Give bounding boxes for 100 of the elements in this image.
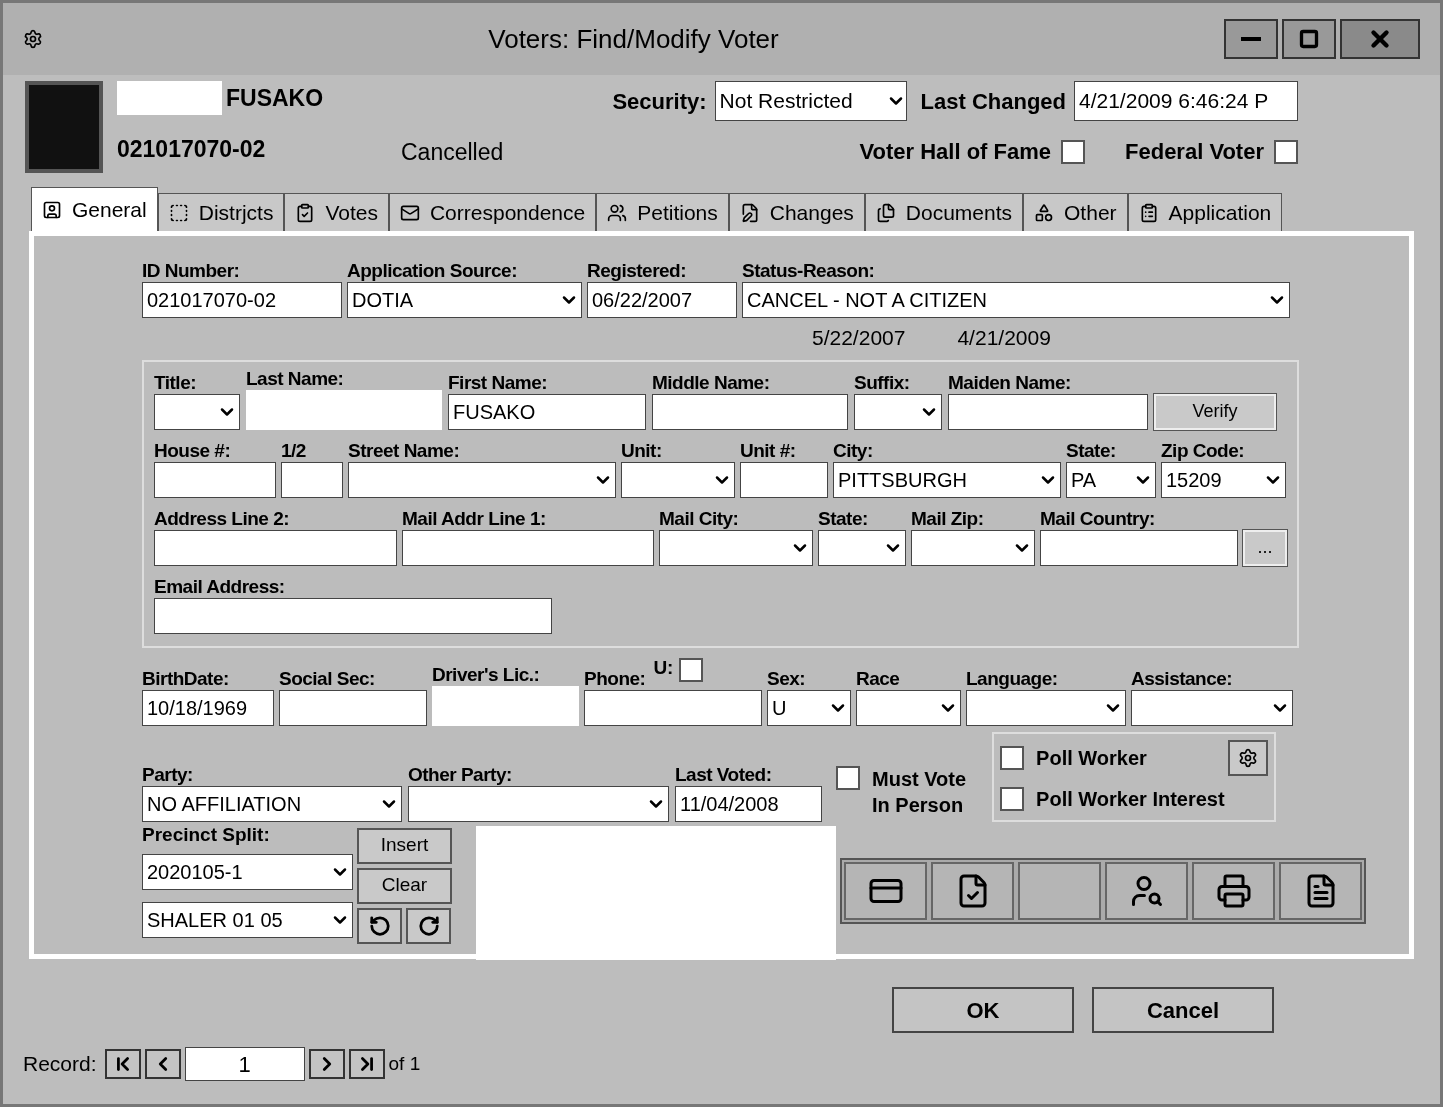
tab[interactable]: Application xyxy=(1127,193,1283,231)
status-date: 5/22/2007 xyxy=(812,325,906,351)
voter-id: 021017070-02 xyxy=(117,134,267,164)
dropdown[interactable]: PA xyxy=(1066,461,1156,498)
field-label: Application Source: xyxy=(347,261,517,280)
dropdown[interactable]: U xyxy=(767,689,851,726)
checkbox[interactable] xyxy=(836,765,860,790)
tab[interactable]: Distrjcts xyxy=(157,193,285,231)
field-label: Last Name: xyxy=(246,368,344,388)
dropdown[interactable]: DOTIA xyxy=(347,282,582,318)
undo-button[interactable] xyxy=(357,907,402,944)
dropdown[interactable]: CANCEL - NOT A CITIZEN xyxy=(742,282,1290,318)
field-label: Middle Name: xyxy=(652,372,770,392)
dropdown[interactable]: NO AFFILIATION xyxy=(142,785,402,822)
record-field[interactable]: 1 xyxy=(184,1047,305,1081)
field-label: Assistance: xyxy=(1131,668,1233,688)
text-field[interactable] xyxy=(281,461,343,498)
toolbar-button[interactable] xyxy=(931,861,1014,920)
undo-icon xyxy=(368,914,391,937)
text-field[interactable] xyxy=(402,529,654,566)
dropdown[interactable] xyxy=(818,529,906,566)
dialog-button[interactable]: Cancel xyxy=(1092,987,1274,1033)
checkbox[interactable] xyxy=(1000,786,1025,811)
toolbar-button[interactable] xyxy=(1279,861,1362,920)
text-field[interactable] xyxy=(1040,529,1238,566)
first-record-button[interactable] xyxy=(104,1049,141,1079)
field-label: Zip Code: xyxy=(1161,440,1245,460)
field-label: Address Line 2: xyxy=(154,508,290,528)
dropdown[interactable] xyxy=(659,529,813,566)
checkbox-label: Voter Hall of Fame xyxy=(859,138,1051,166)
dropdown[interactable]: PITTSBURGH xyxy=(833,461,1061,498)
toolbar-button[interactable] xyxy=(844,861,927,920)
dropdown[interactable] xyxy=(408,785,669,822)
dropdown[interactable] xyxy=(621,461,735,498)
text-field[interactable] xyxy=(154,597,552,634)
checkbox-label: U: xyxy=(653,657,674,677)
maximize-button[interactable] xyxy=(1282,19,1336,59)
dropdown[interactable] xyxy=(856,689,961,726)
field-label: Phone: xyxy=(584,668,646,688)
dropdown[interactable] xyxy=(854,393,942,430)
previous-record-button[interactable] xyxy=(144,1049,181,1079)
toolbar-button[interactable] xyxy=(1105,861,1188,920)
checkbox-label: Poll Worker xyxy=(1036,745,1147,771)
text-field[interactable] xyxy=(740,461,828,498)
field-label: First Name: xyxy=(448,372,548,392)
checkbox[interactable] xyxy=(1000,745,1025,770)
status-date: 4/21/2009 xyxy=(957,325,1051,351)
text-field[interactable]: 021017070-02 xyxy=(142,282,342,318)
text-field[interactable]: 10/18/1969 xyxy=(142,689,274,726)
tab[interactable]: Correspondence xyxy=(388,193,597,231)
field-label: Precinct Split: xyxy=(142,825,271,847)
app-icon xyxy=(23,29,43,49)
checkbox[interactable] xyxy=(1274,139,1298,164)
text-field[interactable] xyxy=(154,529,397,566)
tab[interactable]: Changes xyxy=(728,193,865,231)
field-label: Security: xyxy=(612,87,707,116)
field-label: Sex: xyxy=(767,668,806,688)
dropdown[interactable] xyxy=(911,529,1035,566)
dialog-button[interactable]: OK xyxy=(892,987,1074,1033)
text-field[interactable]: 4/21/2009 6:46:24 P xyxy=(1074,81,1298,121)
printer-icon xyxy=(1215,872,1252,909)
tab[interactable]: General xyxy=(31,187,158,231)
button[interactable]: Verify xyxy=(1154,393,1276,430)
dropdown[interactable]: 2020105-1 xyxy=(142,853,353,890)
dropdown[interactable]: 15209 xyxy=(1161,461,1286,498)
button[interactable]: Insert xyxy=(357,827,452,864)
field-label: State: xyxy=(818,508,868,528)
dropdown[interactable]: SHALER 01 05 xyxy=(142,901,353,938)
checkbox[interactable] xyxy=(1061,139,1085,164)
close-button[interactable] xyxy=(1340,19,1420,59)
text-field[interactable] xyxy=(948,393,1148,430)
text-field[interactable]: 11/04/2008 xyxy=(675,785,822,822)
checkbox[interactable] xyxy=(679,657,704,682)
text-field[interactable]: 06/22/2007 xyxy=(587,282,737,318)
redo-button[interactable] xyxy=(406,907,451,944)
icon-button[interactable] xyxy=(1228,739,1269,776)
dropdown[interactable]: Not Restricted xyxy=(714,81,907,121)
dropdown[interactable] xyxy=(1131,689,1293,726)
last-record-button[interactable] xyxy=(348,1049,385,1079)
tab[interactable]: Other xyxy=(1023,193,1128,231)
tab[interactable]: Documents xyxy=(864,193,1024,231)
button[interactable]: ... xyxy=(1243,529,1287,566)
dropdown[interactable] xyxy=(348,461,616,498)
tab[interactable]: Petitions xyxy=(596,193,729,231)
text-field[interactable] xyxy=(279,689,427,726)
dropdown[interactable] xyxy=(154,393,240,430)
field-label: Email Address: xyxy=(154,576,285,596)
toolbar-button[interactable] xyxy=(1192,861,1275,920)
field-label: Last Voted: xyxy=(675,764,772,784)
dropdown[interactable] xyxy=(966,689,1126,726)
next-record-button[interactable] xyxy=(308,1049,345,1079)
text-field[interactable]: FUSAKO xyxy=(448,393,646,430)
text-field[interactable] xyxy=(584,689,762,726)
button[interactable]: Clear xyxy=(357,867,452,904)
tab[interactable]: Votes xyxy=(284,193,389,231)
minimize-button[interactable] xyxy=(1224,19,1278,59)
field-label: Maiden Name: xyxy=(948,372,1071,392)
text-field[interactable] xyxy=(154,461,276,498)
checkbox-label: Poll Worker Interest xyxy=(1036,786,1225,812)
text-field[interactable] xyxy=(652,393,848,430)
